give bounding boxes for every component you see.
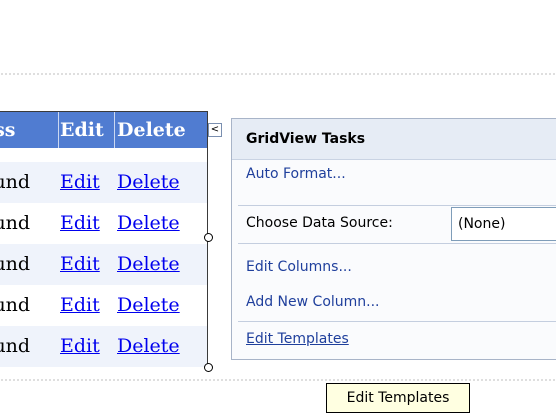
bound-cell: ound [0, 212, 31, 234]
bound-cell: ound [0, 294, 31, 316]
gridview-header-row: ess Edit Delete [0, 112, 207, 148]
bound-cell: ound [0, 335, 31, 357]
table-row: ound Edit Delete [0, 244, 207, 285]
delete-link[interactable]: Delete [117, 285, 205, 326]
divider [238, 321, 556, 322]
tasks-panel-title: GridView Tasks [232, 119, 556, 160]
edit-templates-link[interactable]: Edit Templates [246, 331, 349, 347]
smart-tag-collapse-icon[interactable]: < [208, 123, 222, 137]
choose-data-source-label: Choose Data Source: [246, 215, 393, 231]
header-cell-delete: Delete [117, 119, 186, 141]
edit-columns-link[interactable]: Edit Columns... [246, 259, 352, 275]
auto-format-link[interactable]: Auto Format... [246, 166, 346, 182]
data-source-dropdown[interactable]: (None) [451, 207, 556, 241]
delete-link[interactable]: Delete [117, 162, 205, 203]
delete-link[interactable]: Delete [117, 326, 205, 367]
table-row: ound Edit Delete [0, 162, 207, 203]
divider [238, 205, 556, 206]
edit-link[interactable]: Edit [60, 326, 112, 367]
edit-link[interactable]: Edit [60, 203, 112, 244]
edit-link[interactable]: Edit [60, 162, 112, 203]
bound-cell: ound [0, 253, 31, 275]
design-surface-dotted-rule [0, 378, 556, 382]
header-divider [58, 112, 59, 148]
delete-link[interactable]: Delete [117, 244, 205, 285]
table-row: ound Edit Delete [0, 285, 207, 326]
bound-cell: ound [0, 171, 31, 193]
resize-handle-right[interactable] [204, 233, 213, 242]
divider [238, 243, 556, 244]
edit-link[interactable]: Edit [60, 244, 112, 285]
edit-link[interactable]: Edit [60, 285, 112, 326]
table-row: ound Edit Delete [0, 326, 207, 367]
gridview-tasks-panel: GridView Tasks Auto Format... Choose Dat… [231, 118, 556, 360]
resize-handle-bottom-right[interactable] [204, 363, 213, 372]
add-new-column-link[interactable]: Add New Column... [246, 294, 380, 310]
header-cell-address: ess [0, 119, 16, 141]
header-divider [114, 112, 115, 148]
design-surface-dotted-rule [0, 72, 556, 76]
header-cell-edit: Edit [60, 119, 104, 141]
edit-templates-tooltip: Edit Templates [326, 383, 470, 413]
table-row: ound Edit Delete [0, 203, 207, 244]
delete-link[interactable]: Delete [117, 203, 205, 244]
gridview-control[interactable]: ess Edit Delete ound Edit Delete ound Ed… [0, 111, 208, 367]
